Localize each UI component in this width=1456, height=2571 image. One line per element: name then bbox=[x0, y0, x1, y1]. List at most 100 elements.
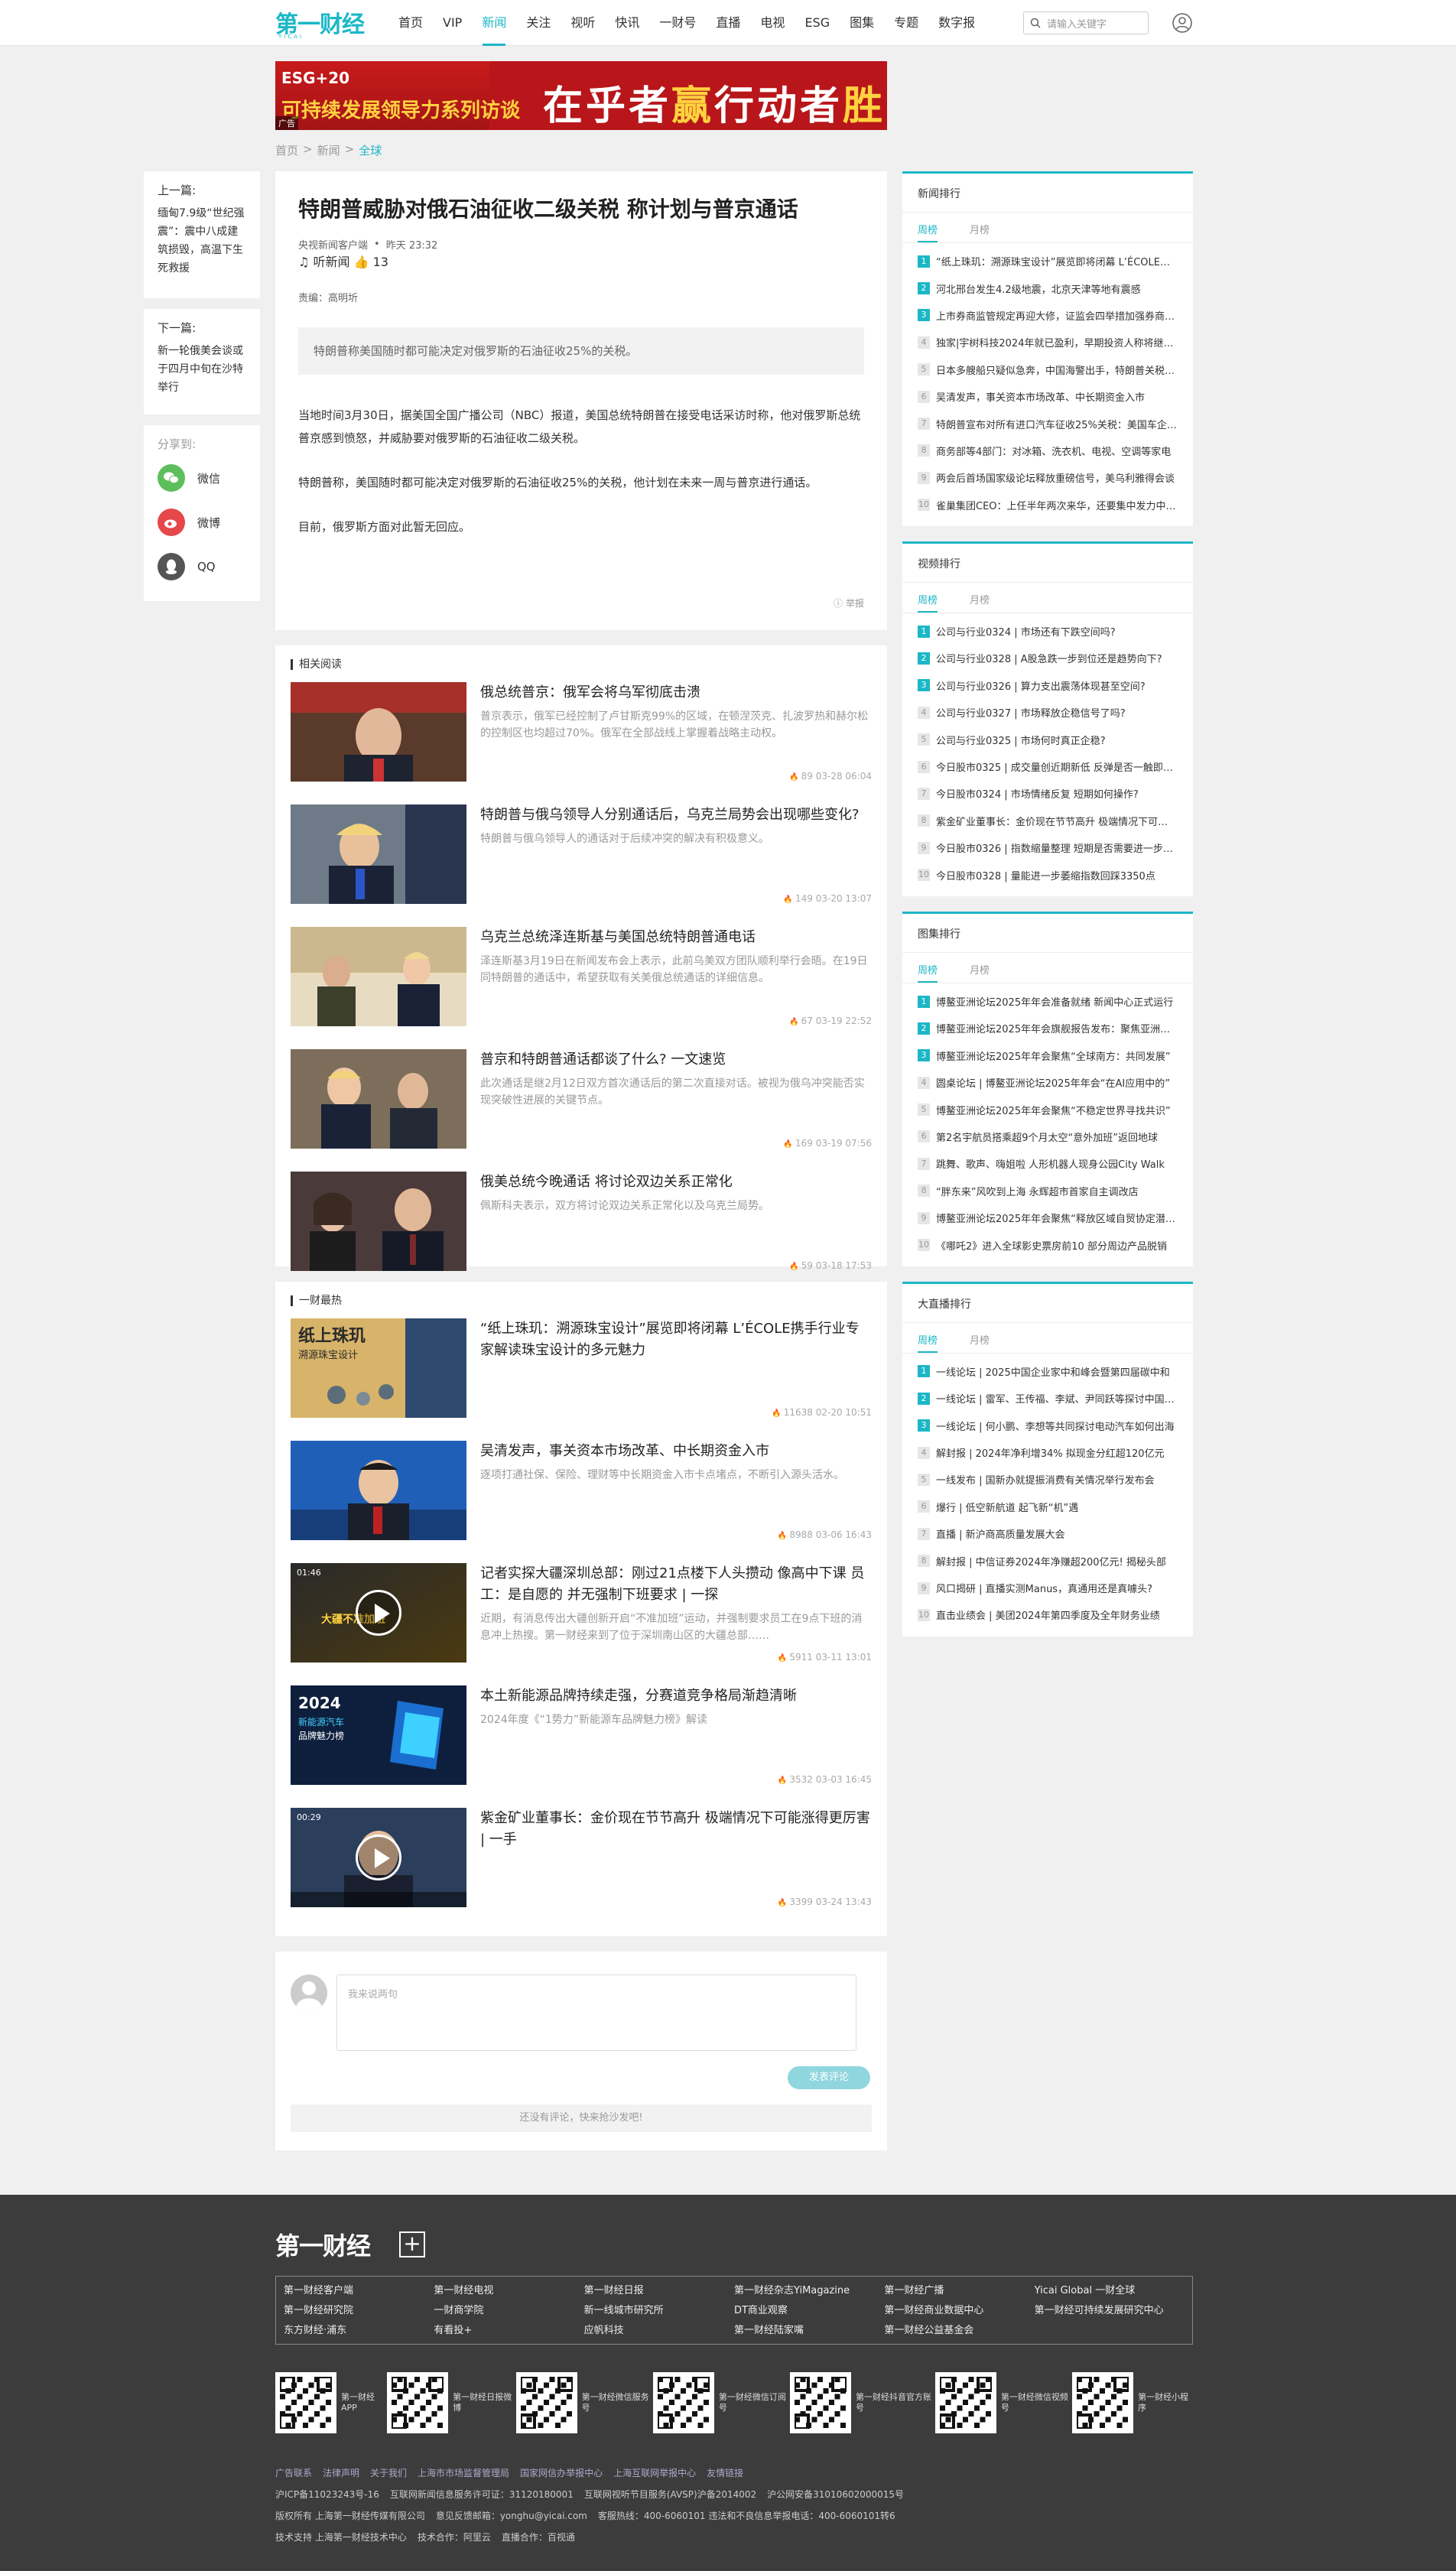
rank-item[interactable]: 2 一线论坛 | 雷军、王传福、李斌、尹同跃等探讨中国汽车 bbox=[918, 1385, 1178, 1412]
article-thumbnail[interactable]: 2024 新能源汽车 品牌魅力榜 bbox=[291, 1685, 466, 1785]
qr-code-item[interactable]: 第一财经微信订阅号 bbox=[652, 2372, 790, 2433]
rank-item-title[interactable]: 上市券商监管规定再迎大修，证监会四举措加强券商分类监管 bbox=[936, 308, 1178, 323]
nav-item[interactable]: 快讯 bbox=[605, 0, 649, 46]
footer-legal-item[interactable]: 国家网信办举报中心 bbox=[520, 2468, 603, 2478]
rank-item[interactable]: 5 一线发布 | 国新办就提振消费有关情况举行发布会 bbox=[918, 1466, 1178, 1493]
footer-link[interactable]: 第一财经商业数据中心 bbox=[884, 2303, 1034, 2319]
article-thumbnail[interactable] bbox=[291, 682, 466, 782]
footer-link[interactable]: 一财商学院 bbox=[434, 2303, 583, 2319]
nav-item[interactable]: 数字报 bbox=[928, 0, 985, 46]
share-qq[interactable]: QQ bbox=[158, 553, 246, 580]
rank-item-title[interactable]: 直播 | 新沪商高质量发展大会 bbox=[936, 1526, 1065, 1541]
article-title[interactable]: 记者实探大疆深圳总部：刚过21点楼下人头攒动 像高中下课 员工：是自愿的 并无强… bbox=[480, 1563, 872, 1606]
nav-item[interactable]: 电视 bbox=[750, 0, 795, 46]
footer-link[interactable]: 第一财经杂志YiMagazine bbox=[734, 2283, 884, 2300]
rank-item[interactable]: 7 今日股市0324 | 市场情绪反复 短期如何操作? bbox=[918, 780, 1178, 807]
article-title[interactable]: 俄总统普京：俄军会将乌军彻底击溃 bbox=[480, 682, 872, 704]
footer-link[interactable]: 新一线城市研究所 bbox=[584, 2303, 734, 2319]
nav-item[interactable]: VIP bbox=[433, 0, 472, 46]
rank-item[interactable]: 9 两会后首场国家级论坛释放重磅信号，美乌利雅得会谈 bbox=[918, 464, 1178, 491]
article-title[interactable]: 吴清发声，事关资本市场改革、中长期资金入市 bbox=[480, 1441, 872, 1462]
breadcrumb-home[interactable]: 首页 bbox=[275, 142, 298, 158]
related-article-item[interactable]: 乌克兰总统泽连斯基与美国总统特朗普通电话 泽连斯基3月19日在新闻发布会上表示，此… bbox=[291, 927, 872, 1026]
rank-item[interactable]: 1 博鳌亚洲论坛2025年年会准备就绪 新闻中心正式运行 bbox=[918, 988, 1178, 1015]
rank-item[interactable]: 7 跳舞、歌声、嗨姐啦 人形机器人现身公园City Walk bbox=[918, 1150, 1178, 1177]
rank-item-title[interactable]: “胖东来”风吹到上海 永辉超市首家自主调改店 bbox=[936, 1184, 1139, 1198]
footer-link[interactable]: 第一财经客户端 bbox=[284, 2283, 434, 2300]
rank-item-title[interactable]: 公司与行业0328 | A股急跌一步到位还是趋势向下? bbox=[936, 651, 1162, 665]
footer-link[interactable]: DT商业观察 bbox=[734, 2303, 884, 2319]
rank-item[interactable]: 9 博鳌亚洲论坛2025年年会聚焦“释放区域自贸协定潜力” bbox=[918, 1204, 1178, 1231]
rank-item-title[interactable]: 今日股市0326 | 指数缩量整理 短期是否需要进一步调整? bbox=[936, 840, 1178, 855]
rank-item[interactable]: 8 紫金矿业董事长：金价现在节节高升 极端情况下可能涨得更厉害 bbox=[918, 808, 1178, 834]
rank-item-title[interactable]: 日本多艘船只疑似急奔，中国海警出手，特朗普关税剑指 bbox=[936, 362, 1178, 377]
qr-code-item[interactable]: 第一财经抖音官方账号 bbox=[790, 2372, 935, 2433]
footer-link[interactable]: 第一财经日报 bbox=[584, 2283, 734, 2300]
rank-item[interactable]: 6 第2名宇航员搭乘超9个月太空“意外加班”返回地球 bbox=[918, 1123, 1178, 1150]
article-thumbnail[interactable] bbox=[291, 1172, 466, 1271]
rank-item-title[interactable]: 两会后首场国家级论坛释放重磅信号，美乌利雅得会谈 bbox=[936, 470, 1175, 485]
rank-item-title[interactable]: 今日股市0324 | 市场情绪反复 短期如何操作? bbox=[936, 786, 1139, 801]
rank-item[interactable]: 10 今日股市0328 | 量能进一步萎缩指数回踩3350点 bbox=[918, 861, 1178, 888]
tab-month[interactable]: 月榜 bbox=[970, 592, 990, 613]
rank-item-title[interactable]: 博鳌亚洲论坛2025年年会聚焦“全球南方：共同发展” bbox=[936, 1048, 1171, 1063]
rank-item-title[interactable]: 一线论坛 | 2025中国企业家中和峰会暨第四届碳中和 bbox=[936, 1364, 1170, 1379]
hot-article-item[interactable]: 2024 新能源汽车 品牌魅力榜 本土新能源品牌持续走强，分赛道竞争格局渐趋清晰 202… bbox=[291, 1685, 872, 1785]
rank-item-title[interactable]: 雀巢集团CEO：上任半年两次来华，还要集中发力中国市场 bbox=[936, 498, 1178, 512]
tab-week[interactable]: 周榜 bbox=[918, 1332, 938, 1353]
rank-item-title[interactable]: 爆行 | 低空新航道 起飞新“机”遇 bbox=[936, 1500, 1078, 1514]
nav-item[interactable]: 新闻 bbox=[472, 0, 516, 46]
nav-item[interactable]: ESG bbox=[795, 0, 840, 46]
rank-item-title[interactable]: 公司与行业0326 | 算力支出震荡体现甚至空间? bbox=[936, 678, 1146, 693]
rank-item[interactable]: 6 今日股市0325 | 成交量创近期新低 反弹是否一触即发? bbox=[918, 753, 1178, 780]
qr-code-item[interactable]: 第一财经微信视频号 bbox=[934, 2372, 1072, 2433]
rank-item[interactable]: 4 公司与行业0327 | 市场释放企稳信号了吗? bbox=[918, 699, 1178, 726]
rank-item-title[interactable]: 博鳌亚洲论坛2025年年会聚焦“释放区域自贸协定潜力” bbox=[936, 1211, 1178, 1225]
ad-banner[interactable]: ESG+20 可持续发展领导力系列访谈 在乎者赢行动者胜 广告 bbox=[275, 61, 887, 130]
rank-item-title[interactable]: 博鳌亚洲论坛2025年年会聚焦“不稳定世界寻找共识” bbox=[936, 1103, 1171, 1117]
site-logo[interactable]: 第一财经 YICAI bbox=[275, 8, 365, 40]
rank-item-title[interactable]: 今日股市0325 | 成交量创近期新低 反弹是否一触即发? bbox=[936, 759, 1178, 774]
next-article-link[interactable]: 新一轮俄美会谈或于四月中旬在沙特举行 bbox=[158, 342, 246, 397]
article-title[interactable]: 乌克兰总统泽连斯基与美国总统特朗普通电话 bbox=[480, 927, 872, 948]
rank-item-title[interactable]: 独家|宇树科技2024年就已盈利，早期投资人称将继续加注 bbox=[936, 335, 1178, 349]
footer-link[interactable] bbox=[1035, 2322, 1185, 2339]
rank-item[interactable]: 1 公司与行业0324 | 市场还有下跌空间吗? bbox=[918, 618, 1178, 645]
related-article-item[interactable]: 特朗普与俄乌领导人分别通话后，乌克兰局势会出现哪些变化? 特朗普与俄乌领导人的通话… bbox=[291, 804, 872, 904]
rank-item[interactable]: 8 商务部等4部门：对冰箱、洗衣机、电视、空调等家电 bbox=[918, 437, 1178, 464]
share-wechat[interactable]: 微信 bbox=[158, 464, 246, 492]
qr-code-item[interactable]: 第一财经APP bbox=[275, 2372, 387, 2433]
rank-item[interactable]: 1 一线论坛 | 2025中国企业家中和峰会暨第四届碳中和 bbox=[918, 1358, 1178, 1385]
rank-item[interactable]: 6 爆行 | 低空新航道 起飞新“机”遇 bbox=[918, 1494, 1178, 1520]
rank-item[interactable]: 4 独家|宇树科技2024年就已盈利，早期投资人称将继续加注 bbox=[918, 329, 1178, 356]
rank-item[interactable]: 9 今日股市0326 | 指数缩量整理 短期是否需要进一步调整? bbox=[918, 834, 1178, 861]
article-title[interactable]: 俄美总统今晚通话 将讨论双边关系正常化 bbox=[480, 1172, 872, 1193]
listen-button[interactable]: ♫ 听新闻 bbox=[298, 255, 349, 269]
tab-month[interactable]: 月榜 bbox=[970, 222, 990, 242]
rank-item[interactable]: 8 “胖东来”风吹到上海 永辉超市首家自主调改店 bbox=[918, 1178, 1178, 1204]
nav-item[interactable]: 图集 bbox=[840, 0, 884, 46]
hot-article-item[interactable]: 01:46 大疆不准加班 记者实探大疆深圳总部：刚过21点楼下人头攒动 像高中下课 … bbox=[291, 1563, 872, 1663]
rank-item-title[interactable]: 特朗普宣布对所有进口汽车征收25%关税：美国车企股价下跌 bbox=[936, 417, 1178, 431]
article-thumbnail[interactable]: 纸上珠玑 溯源珠宝设计 bbox=[291, 1318, 466, 1418]
next-article-box[interactable]: 下一篇: 新一轮俄美会谈或于四月中旬在沙特举行 bbox=[144, 309, 260, 414]
qr-code-item[interactable]: 第一财经小程序 bbox=[1072, 2372, 1193, 2433]
report-link[interactable]: ⓘ 举报 bbox=[834, 596, 864, 609]
like-button[interactable]: 👍 13 bbox=[354, 255, 388, 269]
rank-item[interactable]: 2 博鳌亚洲论坛2025年年会旗舰报告发布：聚焦亚洲经济 bbox=[918, 1015, 1178, 1042]
share-weibo[interactable]: 微博 bbox=[158, 509, 246, 536]
rank-item-title[interactable]: 商务部等4部门：对冰箱、洗衣机、电视、空调等家电 bbox=[936, 444, 1171, 458]
rank-item-title[interactable]: 一线论坛 | 雷军、王传福、李斌、尹同跃等探讨中国汽车 bbox=[936, 1391, 1178, 1406]
rank-item[interactable]: 4 圆桌论坛 | 博鳌亚洲论坛2025年年会“在AI应用中的” bbox=[918, 1069, 1178, 1096]
rank-item-title[interactable]: 一线发布 | 国新办就提振消费有关情况举行发布会 bbox=[936, 1472, 1155, 1487]
related-article-item[interactable]: 普京和特朗普通话都谈了什么? 一文速览 此次通话是继2月12日双方首次通话后的第二… bbox=[291, 1049, 872, 1149]
prev-article-link[interactable]: 缅甸7.9级“世纪强震”：震中八成建筑损毁，高温下生死救援 bbox=[158, 204, 246, 278]
related-article-item[interactable]: 俄总统普京：俄军会将乌军彻底击溃 普京表示，俄军已经控制了卢甘斯克99%的区域，在… bbox=[291, 682, 872, 782]
rank-item[interactable]: 5 博鳌亚洲论坛2025年年会聚焦“不稳定世界寻找共识” bbox=[918, 1096, 1178, 1123]
nav-item[interactable]: 视听 bbox=[561, 0, 605, 46]
article-thumbnail[interactable] bbox=[291, 804, 466, 904]
rank-item-title[interactable]: 直击业绩会 | 美团2024年第四季度及全年财务业绩 bbox=[936, 1607, 1160, 1622]
rank-item-title[interactable]: 紫金矿业董事长：金价现在节节高升 极端情况下可能涨得更厉害 bbox=[936, 814, 1178, 828]
tab-week[interactable]: 周榜 bbox=[918, 962, 938, 983]
rank-item-title[interactable]: 圆桌论坛 | 博鳌亚洲论坛2025年年会“在AI应用中的” bbox=[936, 1075, 1170, 1090]
